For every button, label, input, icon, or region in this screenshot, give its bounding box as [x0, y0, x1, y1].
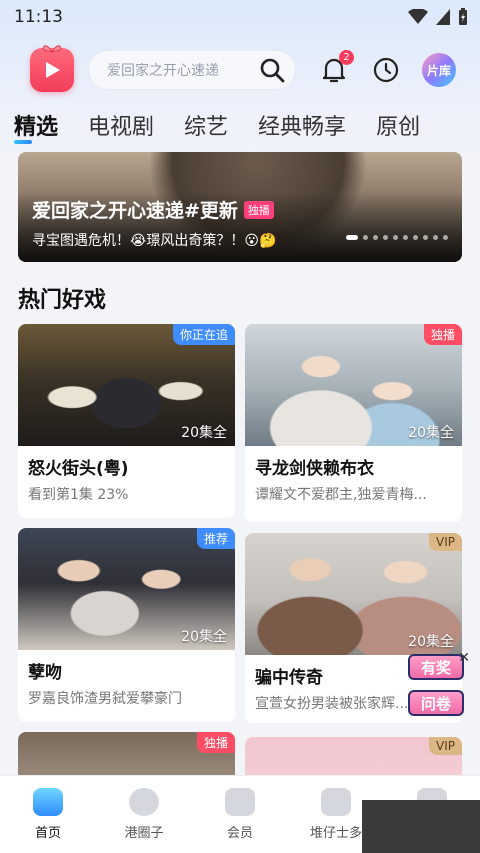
- show-poster: 推荐 20集全: [18, 528, 235, 650]
- notification-badge: 2: [339, 50, 354, 65]
- app-header: 爱回家之开心速递 2 片库: [0, 42, 480, 98]
- gift-bow-icon: [43, 45, 61, 53]
- category-tabs: 精选 电视剧 综艺 经典畅享 原创: [0, 104, 480, 146]
- survey-label-1: 有奖: [408, 654, 464, 680]
- show-card[interactable]: 推荐 20集全 孽吻 罗嘉良饰渣男弑爱攀豪门: [18, 528, 235, 722]
- tab-featured[interactable]: 精选: [14, 109, 58, 141]
- search-bar[interactable]: 爱回家之开心速递: [88, 50, 296, 90]
- carousel-dot[interactable]: [403, 235, 408, 240]
- show-title: 怒火街头(粤): [28, 459, 129, 479]
- survey-float-button[interactable]: 有奖 问卷 ✕: [404, 650, 470, 720]
- nav-community[interactable]: 港圈子: [96, 776, 192, 853]
- hero-banner[interactable]: 爱回家之开心速递#更新 独播 寻宝图遇危机！😭璟风出奇策？！😮🤔: [18, 152, 462, 262]
- nav-label: 首页: [34, 826, 61, 841]
- carousel-dot[interactable]: [393, 235, 398, 240]
- vip-badge: VIP: [429, 533, 462, 551]
- episode-count: 20集全: [181, 425, 227, 441]
- carousel-dot[interactable]: [363, 235, 368, 240]
- show-title: 孽吻: [28, 663, 62, 683]
- status-badge: 独播: [423, 324, 462, 345]
- tab-tv-series[interactable]: 电视剧: [88, 109, 154, 141]
- status-bar: 11:13: [0, 0, 480, 34]
- carousel-dot[interactable]: [423, 235, 428, 240]
- status-icons: [408, 8, 468, 26]
- vip-icon: [225, 788, 255, 816]
- carousel-dot[interactable]: [433, 235, 438, 240]
- nav-home[interactable]: 首页: [0, 776, 96, 853]
- section-title: 热门好戏: [18, 288, 107, 313]
- screen-overlay: [362, 800, 480, 853]
- carousel-dot[interactable]: [413, 235, 418, 240]
- show-poster: 你正在追 20集全: [18, 324, 235, 446]
- clock-icon: [373, 57, 399, 83]
- status-badge: 推荐: [196, 528, 235, 549]
- nav-label: 港圈子: [124, 826, 164, 841]
- nav-membership[interactable]: 会员: [192, 776, 288, 853]
- show-poster: 独播 20集全: [245, 324, 462, 446]
- tab-original[interactable]: 原创: [376, 109, 420, 141]
- home-icon: [33, 788, 63, 816]
- planet-icon: [129, 788, 159, 816]
- carousel-dots: [346, 235, 448, 240]
- nav-label: 堆仔士多: [309, 826, 362, 841]
- vip-badge: VIP: [429, 737, 462, 755]
- banner-title-row: 爱回家之开心速递#更新 独播: [32, 196, 274, 223]
- search-input[interactable]: 爱回家之开心速递: [107, 60, 259, 80]
- episode-count: 20集全: [181, 629, 227, 645]
- wifi-icon: [408, 9, 428, 24]
- banner-title: 爱回家之开心速递#更新: [32, 200, 238, 222]
- show-title: 寻龙剑侠赖布衣: [255, 459, 374, 479]
- history-button[interactable]: [372, 56, 400, 84]
- active-tab-indicator: [14, 140, 32, 144]
- show-card[interactable]: 独播 20集全 寻龙剑侠赖布衣 谭耀文不爱郡主,独爱青梅...: [245, 324, 462, 522]
- episode-count: 20集全: [408, 425, 454, 441]
- signal-icon: [436, 9, 450, 25]
- status-badge: 独播: [196, 732, 235, 753]
- show-poster: VIP 20集全: [245, 533, 462, 655]
- app-logo[interactable]: [30, 45, 74, 92]
- show-description: 罗嘉良饰渣男弑爱攀豪门: [28, 691, 182, 707]
- episode-count: 20集全: [408, 634, 454, 650]
- library-button[interactable]: 片库: [422, 53, 456, 87]
- store-icon: [321, 788, 351, 816]
- notification-button[interactable]: 2: [320, 50, 354, 84]
- exclusive-tag: 独播: [243, 200, 274, 219]
- search-icon[interactable]: [259, 57, 285, 83]
- carousel-dot[interactable]: [383, 235, 388, 240]
- carousel-dot[interactable]: [443, 235, 448, 240]
- status-time: 11:13: [14, 7, 63, 27]
- status-badge: 你正在追: [172, 324, 235, 345]
- watch-progress: 看到第1集 23%: [28, 487, 129, 503]
- banner-subtitle: 寻宝图遇危机！😭璟风出奇策？！😮🤔: [32, 233, 277, 249]
- tab-classics[interactable]: 经典畅享: [258, 109, 346, 141]
- nav-label: 会员: [226, 826, 253, 841]
- tab-variety[interactable]: 综艺: [184, 109, 228, 141]
- play-icon: [46, 62, 60, 78]
- show-description: 谭耀文不爱郡主,独爱青梅...: [255, 487, 427, 503]
- close-icon[interactable]: ✕: [458, 650, 470, 666]
- carousel-dot[interactable]: [373, 235, 378, 240]
- carousel-dot[interactable]: [346, 235, 358, 240]
- battery-icon: [459, 8, 467, 25]
- survey-label-2: 问卷: [408, 690, 464, 716]
- show-card[interactable]: 你正在追 20集全 怒火街头(粤) 看到第1集 23%: [18, 324, 235, 518]
